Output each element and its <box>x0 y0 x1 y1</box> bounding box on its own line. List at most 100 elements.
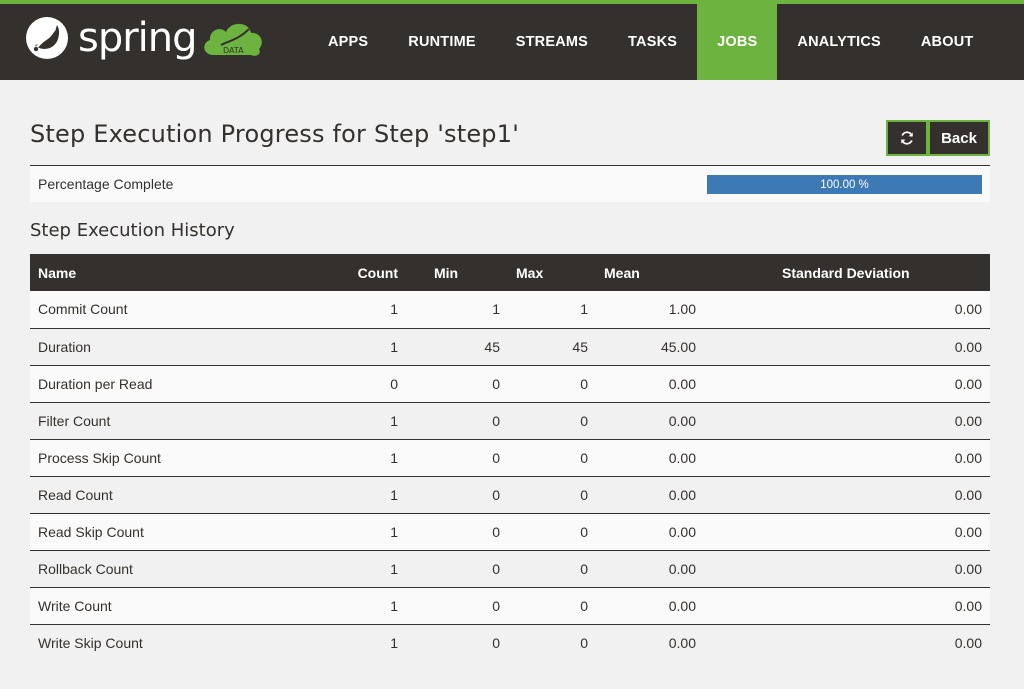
nav-analytics[interactable]: ANALYTICS <box>777 4 900 80</box>
cell-std-dev: 0.00 <box>954 375 982 392</box>
cell-max: 0 <box>580 634 588 651</box>
action-buttons: Back <box>886 120 990 156</box>
cell-max: 1 <box>580 301 588 318</box>
cell-min: 45 <box>484 338 500 355</box>
page-title: Step Execution Progress for Step 'step1' <box>30 120 520 148</box>
cell-mean: 45.00 <box>660 338 696 355</box>
title-row: Step Execution Progress for Step 'step1'… <box>30 80 990 165</box>
cell-min: 0 <box>492 412 500 429</box>
cell-mean: 0.00 <box>668 597 696 614</box>
col-min[interactable]: Min <box>426 254 508 291</box>
cell-mean: 0.00 <box>668 449 696 466</box>
progress-bar: 100.00 % <box>707 175 982 194</box>
cell-count: 1 <box>390 301 398 318</box>
col-std-dev[interactable]: Standard Deviation <box>704 254 990 291</box>
table-row: Write Skip Count 1 0 0 0.00 0.00 <box>30 624 990 661</box>
progress-fill: 100.00 % <box>707 175 982 194</box>
cell-mean: 0.00 <box>668 486 696 503</box>
cell-mean: 0.00 <box>668 634 696 651</box>
step-history-table: Name Count Min Max Mean Standard Deviati… <box>30 254 990 661</box>
table-row: Duration per Read 0 0 0 0.00 0.00 <box>30 365 990 402</box>
brand-badge: DATA <box>223 46 244 55</box>
cell-min: 0 <box>492 375 500 392</box>
table-row: Duration 1 45 45 45.00 0.00 <box>30 328 990 365</box>
table-row: Read Count 1 0 0 0.00 0.00 <box>30 476 990 513</box>
cell-name: Write Skip Count <box>38 634 143 651</box>
cell-std-dev: 0.00 <box>954 486 982 503</box>
cell-min: 0 <box>492 449 500 466</box>
cell-name: Duration per Read <box>38 375 153 392</box>
table-row: Write Count 1 0 0 0.00 0.00 <box>30 587 990 624</box>
brand-name: spring <box>78 15 198 61</box>
nav-streams[interactable]: STREAMS <box>496 4 608 80</box>
progress-label: Percentage Complete <box>38 176 174 192</box>
data-cloud-icon: DATA <box>203 23 262 56</box>
spring-leaf-icon <box>26 17 68 59</box>
table-body: Commit Count 1 1 1 1.00 0.00 Duration 1 45 45 45.0… <box>30 291 990 661</box>
navbar: spring DATA APPS RUNTIME STREAMS TASKS J… <box>0 4 1024 80</box>
cell-max: 0 <box>580 486 588 503</box>
nav-apps[interactable]: APPS <box>308 4 388 80</box>
col-mean[interactable]: Mean <box>596 254 704 291</box>
table-row: Rollback Count 1 0 0 0.00 0.00 <box>30 550 990 587</box>
history-title: Step Execution History <box>30 220 235 241</box>
cell-std-dev: 0.00 <box>954 412 982 429</box>
cell-std-dev: 0.00 <box>954 338 982 355</box>
cell-min: 0 <box>492 560 500 577</box>
nav-about[interactable]: ABOUT <box>901 4 994 80</box>
cell-name: Commit Count <box>38 301 128 318</box>
cell-min: 1 <box>492 301 500 318</box>
refresh-button[interactable] <box>886 120 928 156</box>
cell-count: 0 <box>390 375 398 392</box>
nav-runtime[interactable]: RUNTIME <box>388 4 495 80</box>
cell-std-dev: 0.00 <box>954 301 982 318</box>
cell-count: 1 <box>390 560 398 577</box>
cell-max: 0 <box>580 523 588 540</box>
nav-jobs[interactable]: JOBS <box>697 4 778 80</box>
cell-count: 1 <box>390 338 398 355</box>
cell-max: 0 <box>580 597 588 614</box>
cell-count: 1 <box>390 449 398 466</box>
cell-name: Duration <box>38 338 91 355</box>
cell-mean: 0.00 <box>668 523 696 540</box>
cell-name: Filter Count <box>38 412 111 429</box>
cell-std-dev: 0.00 <box>954 449 982 466</box>
col-name[interactable]: Name <box>30 254 330 291</box>
refresh-icon <box>901 131 913 145</box>
cell-min: 0 <box>492 486 500 503</box>
brand-logo[interactable]: spring DATA <box>24 14 267 62</box>
cell-count: 1 <box>390 634 398 651</box>
table-row: Filter Count 1 0 0 0.00 0.00 <box>30 402 990 439</box>
cell-name: Rollback Count <box>38 560 133 577</box>
col-count[interactable]: Count <box>330 254 426 291</box>
cell-std-dev: 0.00 <box>954 560 982 577</box>
cell-mean: 0.00 <box>668 412 696 429</box>
cell-std-dev: 0.00 <box>954 523 982 540</box>
table-header-row: Name Count Min Max Mean Standard Deviati… <box>30 254 990 291</box>
cell-count: 1 <box>390 597 398 614</box>
cell-name: Process Skip Count <box>38 449 161 466</box>
cell-max: 0 <box>580 449 588 466</box>
cell-min: 0 <box>492 634 500 651</box>
cell-count: 1 <box>390 486 398 503</box>
col-max[interactable]: Max <box>508 254 596 291</box>
cell-min: 0 <box>492 597 500 614</box>
cell-name: Read Skip Count <box>38 523 144 540</box>
progress-value: 100.00 % <box>820 178 869 191</box>
cell-std-dev: 0.00 <box>954 597 982 614</box>
table-row: Process Skip Count 1 0 0 0.00 0.00 <box>30 439 990 476</box>
cell-max: 0 <box>580 560 588 577</box>
table-row: Commit Count 1 1 1 1.00 0.00 <box>30 291 990 328</box>
main-nav: APPS RUNTIME STREAMS TASKS JOBS ANALYTIC… <box>308 4 993 80</box>
main-content: Step Execution Progress for Step 'step1'… <box>30 80 990 661</box>
cell-mean: 1.00 <box>668 301 696 318</box>
cell-name: Write Count <box>38 597 112 614</box>
cell-std-dev: 0.00 <box>954 634 982 651</box>
back-button[interactable]: Back <box>928 120 990 156</box>
cell-max: 0 <box>580 375 588 392</box>
nav-tasks[interactable]: TASKS <box>608 4 697 80</box>
cell-count: 1 <box>390 412 398 429</box>
cell-min: 0 <box>492 523 500 540</box>
table-row: Read Skip Count 1 0 0 0.00 0.00 <box>30 513 990 550</box>
cell-count: 1 <box>390 523 398 540</box>
